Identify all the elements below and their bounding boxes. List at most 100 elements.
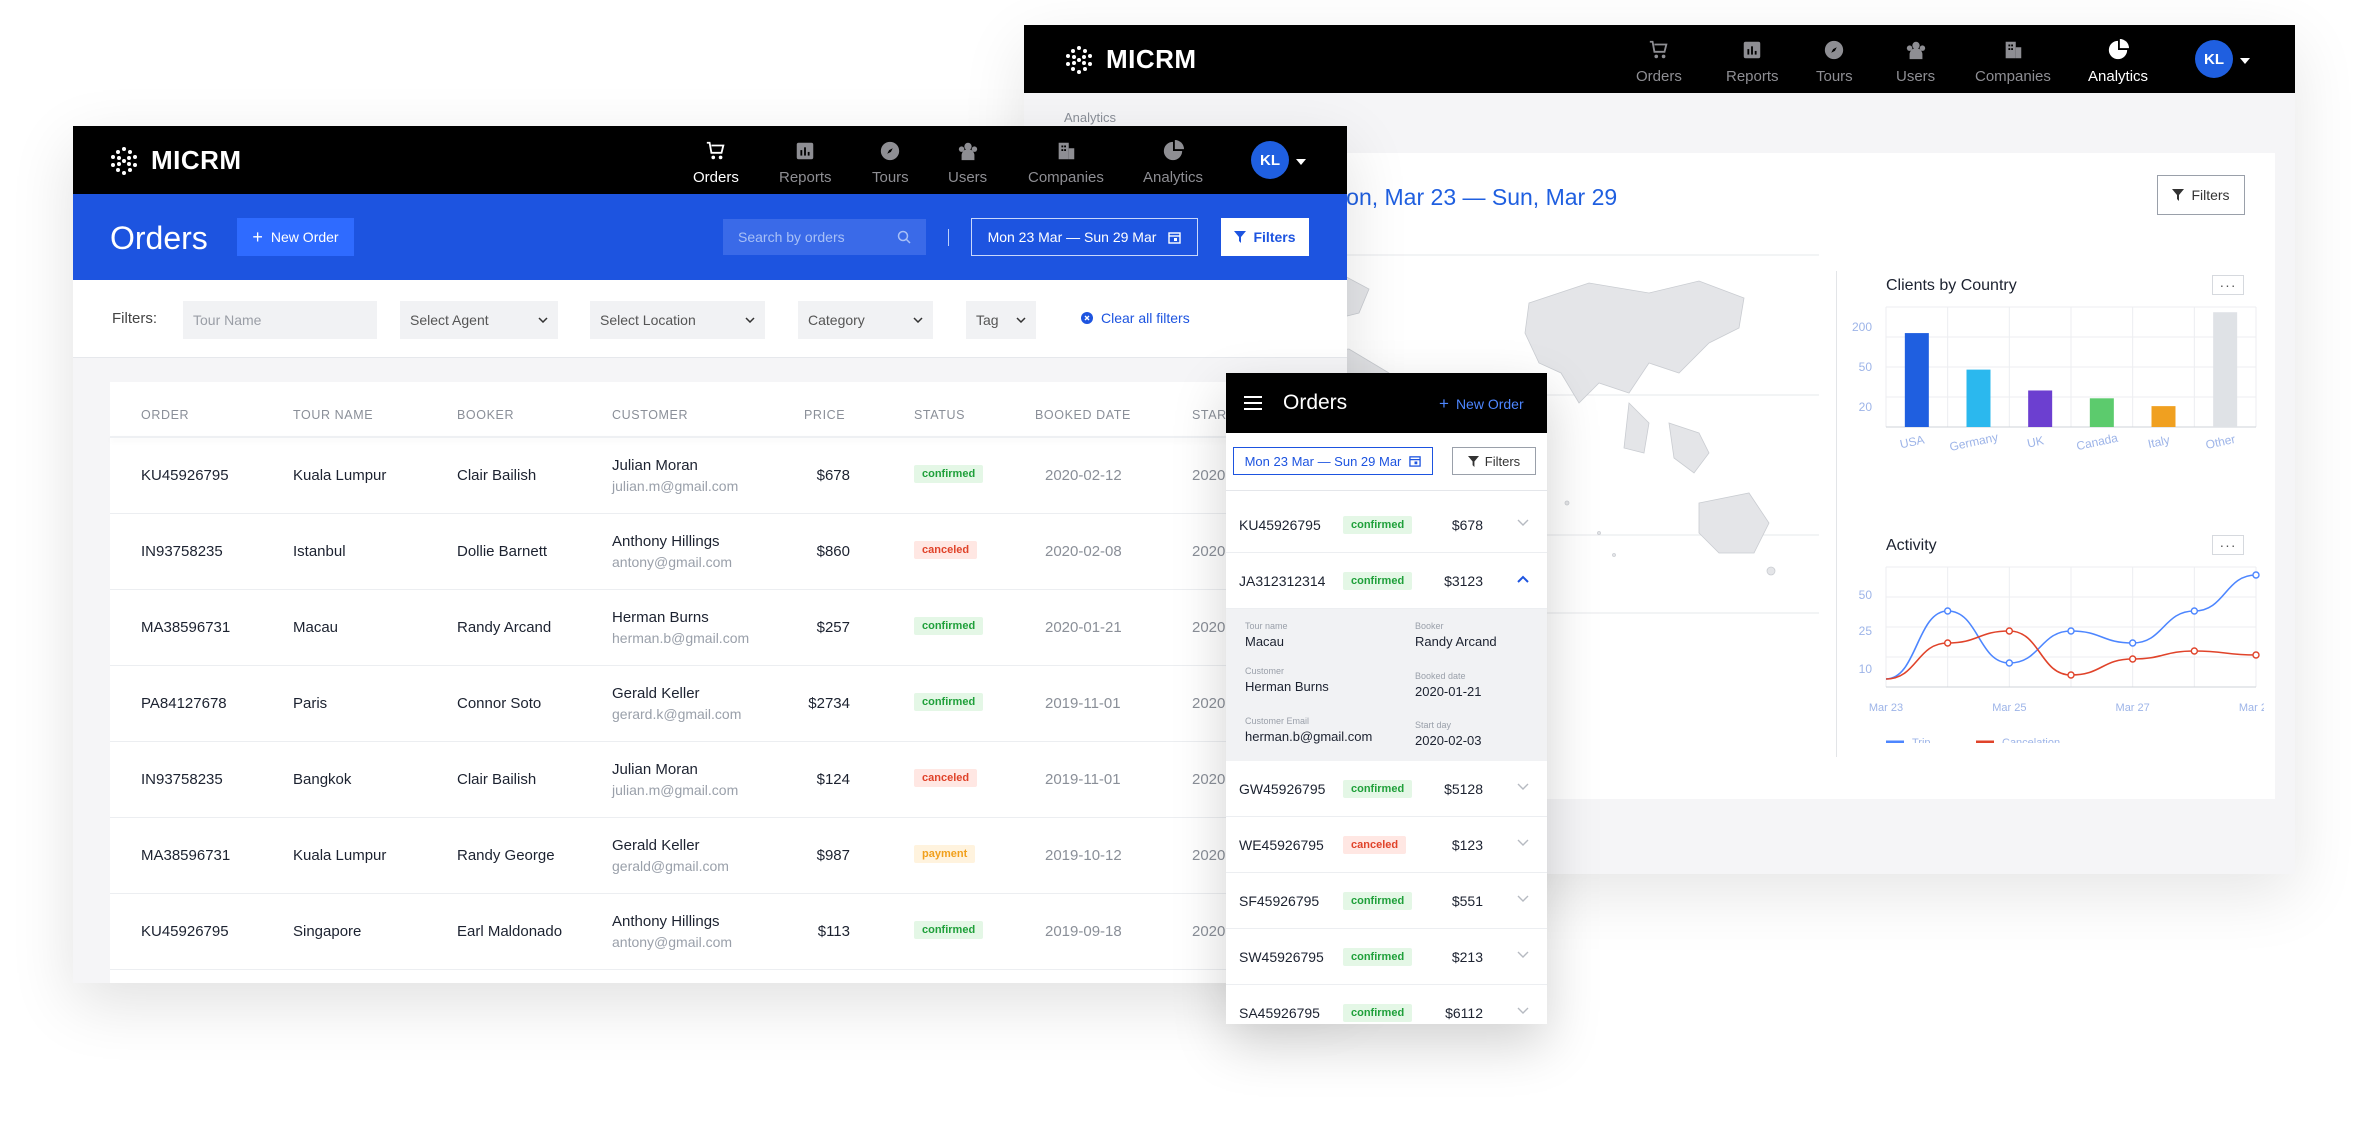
tour-name: Kuala Lumpur <box>293 467 387 484</box>
breadcrumb[interactable]: Analytics <box>1064 110 1116 125</box>
nav-orders[interactable]: Orders <box>693 140 739 186</box>
data-point <box>2252 571 2260 579</box>
filters-button[interactable]: Filters <box>1452 447 1536 475</box>
date-range-picker[interactable]: Mon 23 Mar — Sun 29 Mar <box>971 218 1198 256</box>
more-button[interactable]: ··· <box>2212 535 2244 555</box>
chevron-down-icon[interactable] <box>1517 839 1529 847</box>
tour-name-input[interactable]: Tour Name <box>183 301 377 339</box>
nav-label: Users <box>1896 68 1936 85</box>
nav-tours[interactable]: Tours <box>1816 39 1853 85</box>
col-header[interactable]: ORDER <box>141 408 189 422</box>
data-point <box>2128 655 2137 663</box>
order-id: MA38596731 <box>141 619 231 636</box>
reports-icon <box>1744 41 1761 59</box>
chevron-down-icon[interactable] <box>1517 519 1529 527</box>
start-date: 2020 <box>1192 543 1226 560</box>
top-nav: MICRM Orders Reports Tours Users Compani… <box>1024 25 2295 93</box>
search-placeholder: Search by orders <box>738 229 845 245</box>
divider <box>1836 271 1837 757</box>
clear-filters-button[interactable]: Clear all filters <box>1081 310 1190 326</box>
brand-logo[interactable]: MICRM <box>109 145 242 176</box>
nav-users[interactable]: Users <box>948 140 987 186</box>
chevron-down-icon[interactable] <box>1296 159 1306 165</box>
table-row[interactable]: MA38596731 Kuala Lumpur Randy George Gerald… <box>110 818 1347 894</box>
orders-window: MICRM Orders Reports Tours Users Compani… <box>73 126 1347 983</box>
compass-icon <box>1825 40 1844 60</box>
filters-button[interactable]: Filters <box>1221 218 1309 256</box>
avatar[interactable]: KL <box>1251 141 1289 179</box>
select-category[interactable]: Category <box>798 301 933 339</box>
list-item[interactable]: SA45926795 confirmed $6112 <box>1226 985 1547 1024</box>
tour-name: Paris <box>293 695 328 712</box>
nav-companies[interactable]: Companies <box>1975 39 2051 85</box>
chevron-up-icon[interactable] <box>1517 575 1529 583</box>
list-item[interactable]: SW45926795 confirmed $213 <box>1226 929 1547 985</box>
select-tag[interactable]: Tag <box>966 301 1036 339</box>
chevron-down-icon[interactable] <box>1517 895 1529 903</box>
table-row[interactable]: KU45926795 Singapore Earl Maldonado Anthony… <box>110 894 1347 970</box>
list-item[interactable]: SF45926795 confirmed $551 <box>1226 873 1547 929</box>
nav-label: Tours <box>872 169 909 186</box>
chevron-down-icon[interactable] <box>1517 951 1529 959</box>
date-range-picker[interactable]: Mon 23 Mar — Sun 29 Mar <box>1233 447 1433 475</box>
chevron-down-icon[interactable] <box>1517 783 1529 791</box>
pie-icon <box>2108 39 2130 60</box>
col-header[interactable]: TOUR NAME <box>293 408 373 422</box>
list-item[interactable]: KU45926795 confirmed $678 <box>1226 497 1547 553</box>
detail-value: herman.b@gmail.com <box>1245 729 1373 744</box>
col-header[interactable]: STATUS <box>914 408 965 422</box>
filters-button[interactable]: Filters <box>2157 175 2245 215</box>
nav-analytics[interactable]: Analytics <box>1143 140 1203 186</box>
select-label: Select Location <box>600 312 696 328</box>
col-header[interactable]: CUSTOMER <box>612 408 688 422</box>
col-header[interactable]: PRICE <box>804 408 845 422</box>
table-row[interactable]: MA38596731 Macau Randy Arcand Herman Burns h… <box>110 590 1347 666</box>
y-tick-label: 50 <box>1859 588 1873 602</box>
nav-users[interactable]: Users <box>1896 39 1935 85</box>
tour-name: Istanbul <box>293 543 346 560</box>
new-order-label: New Order <box>270 229 339 245</box>
nav-label: Companies <box>1028 169 1104 186</box>
new-order-button[interactable]: + New Order <box>237 218 354 256</box>
list-item[interactable]: JA312312314 confirmed $3123 <box>1226 553 1547 609</box>
table-row[interactable]: KU45926795 Kuala Lumpur Clair Bailish Julia… <box>110 438 1347 514</box>
col-header[interactable]: BOOKED DATE <box>1035 408 1131 422</box>
table-row[interactable]: IN93758235 Istanbul Dollie Barnett Anthony … <box>110 514 1347 590</box>
col-header[interactable]: BOOKER <box>457 408 514 422</box>
chevron-down-icon[interactable] <box>1517 1007 1529 1015</box>
nav-analytics[interactable]: Analytics <box>2088 39 2148 85</box>
select-location[interactable]: Select Location <box>590 301 765 339</box>
select-agent[interactable]: Select Agent <box>400 301 558 339</box>
start-date: 2020 <box>1192 695 1226 712</box>
table-row[interactable]: IN93758235 Bangkok Clair Bailish Julian Mor… <box>110 742 1347 818</box>
chevron-down-icon[interactable] <box>2240 58 2250 64</box>
filters-label: Filters <box>1253 229 1296 245</box>
filter-icon <box>1467 455 1479 467</box>
data-point <box>1943 607 1952 615</box>
start-date: 2020 <box>1192 467 1226 484</box>
new-order-button[interactable]: + New Order <box>1439 395 1524 412</box>
nav-companies[interactable]: Companies <box>1028 140 1104 186</box>
nav-label: Reports <box>779 169 832 186</box>
list-item[interactable]: GW45926795 confirmed $5128 <box>1226 761 1547 817</box>
brand-logo[interactable]: MICRM <box>1064 44 1197 75</box>
nav-tours[interactable]: Tours <box>872 140 909 186</box>
hamburger-icon[interactable] <box>1244 395 1262 411</box>
list-item[interactable]: WE45926795 canceled $123 <box>1226 817 1547 873</box>
tour-name: Bangkok <box>293 771 352 788</box>
booked-date: 2020-02-08 <box>1045 543 1122 560</box>
search-input[interactable]: Search by orders <box>723 219 926 255</box>
detail-value: 2020-02-03 <box>1415 733 1482 748</box>
data-point <box>2005 627 2014 635</box>
table-row[interactable]: PA84127678 Paris Connor Soto Gerald Keller g… <box>110 666 1347 742</box>
status-badge: confirmed <box>914 465 984 483</box>
order-id: GW45926795 <box>1239 781 1326 797</box>
nav-reports[interactable]: Reports <box>779 140 832 186</box>
line-chart: 50 25 10 Mar 23 Mar 25 Mar 27 Mar 29 Trip Cancel… <box>1859 566 2264 743</box>
nav-reports[interactable]: Reports <box>1726 39 1779 85</box>
detail-value: 2020-01-21 <box>1415 684 1482 699</box>
avatar[interactable]: KL <box>2195 40 2233 78</box>
order-detail-panel: Tour name Macau Booker Randy Arcand Cust… <box>1226 609 1547 761</box>
nav-orders[interactable]: Orders <box>1636 39 1682 85</box>
more-button[interactable]: ··· <box>2212 275 2244 295</box>
